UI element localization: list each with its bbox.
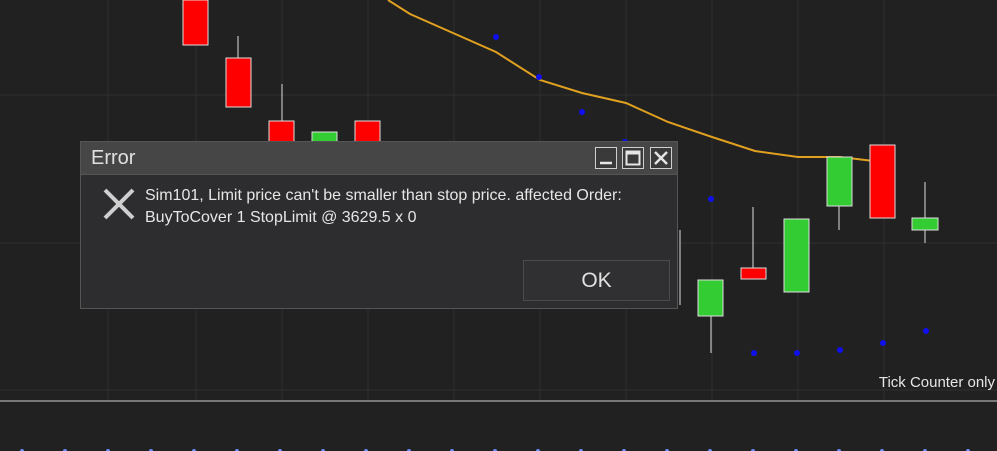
candle [268, 84, 295, 144]
moving-average-line [387, 0, 883, 163]
candle [182, 0, 209, 46]
candle [225, 36, 252, 108]
minimize-icon [600, 161, 612, 165]
candle [911, 182, 939, 243]
maximize-icon [625, 150, 641, 166]
dialog-title: Error [91, 147, 136, 169]
dialog-titlebar[interactable]: Error [81, 142, 677, 175]
tick-counter-label: Tick Counter only [878, 374, 995, 391]
candle [826, 156, 853, 230]
error-message: Sim101, Limit price can't be smaller tha… [145, 187, 622, 226]
candle [869, 144, 896, 219]
ok-button[interactable]: OK [523, 260, 670, 301]
candle [783, 218, 810, 293]
minimize-button[interactable] [595, 147, 617, 169]
maximize-button[interactable] [622, 147, 644, 169]
close-button[interactable] [650, 147, 672, 169]
error-x-icon [103, 188, 135, 220]
close-icon [654, 151, 668, 165]
candle [354, 120, 381, 144]
candle [697, 279, 724, 353]
error-dialog: Error Sim101, Limit price can't be small… [80, 141, 678, 309]
